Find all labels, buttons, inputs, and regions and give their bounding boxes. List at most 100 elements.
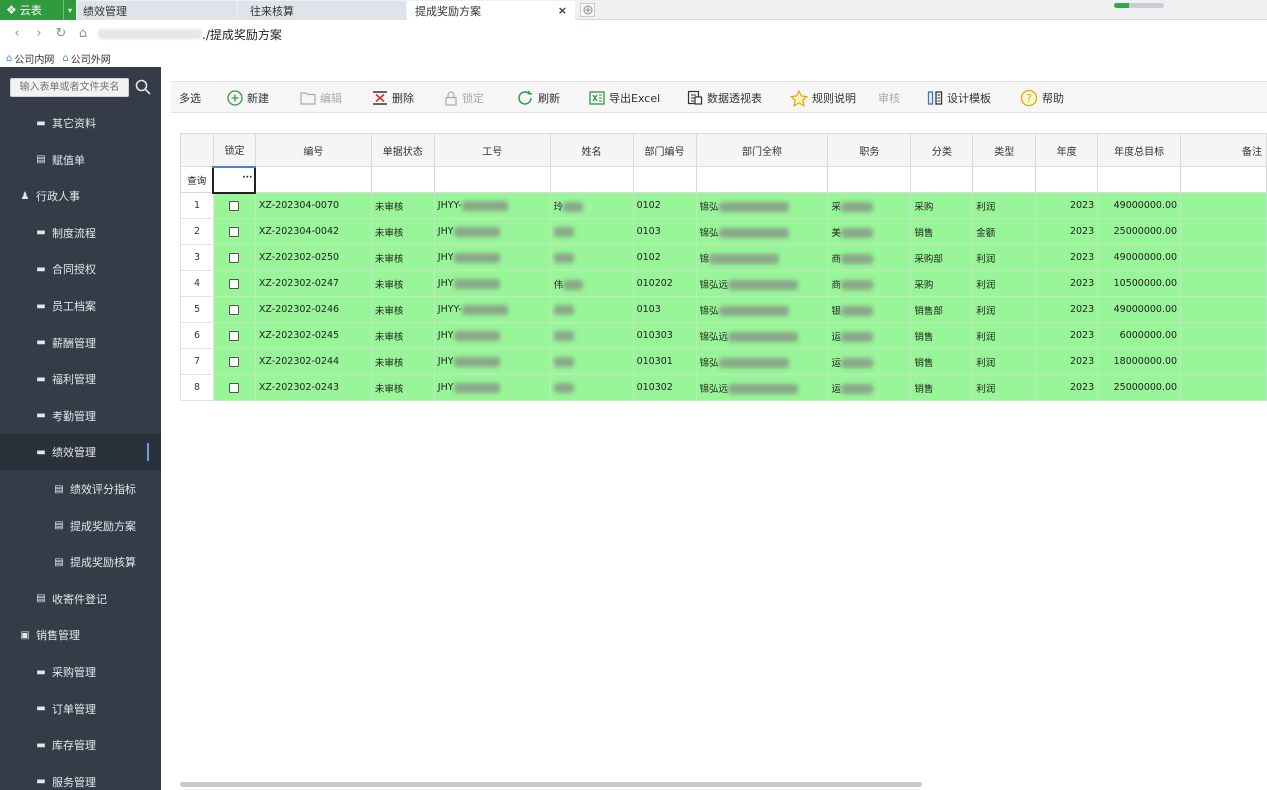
cell-empno[interactable]: JHY (433, 348, 551, 375)
new-button[interactable]: 新建 (227, 82, 269, 114)
row-lock-checkbox[interactable] (229, 304, 240, 315)
cell-code[interactable]: XZ-202302-0244 (254, 348, 372, 375)
cell-type[interactable]: 利润 (972, 322, 1037, 349)
cell-name[interactable] (549, 374, 634, 401)
cell-cls[interactable]: 销售 (910, 322, 974, 349)
cell-empno[interactable]: JHY (433, 218, 551, 245)
cell-deptname[interactable]: 锦弘 (695, 192, 829, 219)
sidebar-item[interactable]: ▤ 收寄件登记 (0, 581, 161, 617)
cell-dept[interactable]: 010202 (632, 270, 697, 297)
cell-n[interactable]: 1 (180, 192, 214, 219)
cell-cls[interactable]: 采购 (910, 270, 974, 297)
cell-target[interactable]: 6000000.00 (1097, 322, 1182, 349)
sidebar-item[interactable]: ▬ 订单管理 (0, 691, 161, 727)
cell-target[interactable]: 25000000.00 (1097, 218, 1182, 245)
sidebar-item[interactable]: ▤ 提成奖励方案 (0, 508, 161, 544)
cell-n[interactable]: 2 (180, 218, 214, 245)
sidebar-item[interactable]: ▬ 福利管理 (0, 361, 161, 397)
cell-remark[interactable] (1180, 374, 1267, 401)
column-header[interactable]: 类型 (972, 133, 1037, 167)
cell-title[interactable]: 运 (827, 374, 912, 401)
multi-select-button[interactable]: 多选 (179, 82, 201, 114)
cell-deptname[interactable]: 锦弘 (695, 348, 829, 375)
more-options-icon[interactable]: ··· (242, 173, 252, 183)
column-header[interactable]: 锁定 (212, 133, 256, 168)
sidebar-item[interactable]: ▬ 考勤管理 (0, 398, 161, 434)
cell-code[interactable]: XZ-202302-0243 (254, 374, 372, 401)
cell-name[interactable] (549, 322, 634, 349)
lock-filter-input[interactable]: ··· (212, 165, 257, 194)
cell-empno[interactable]: JHYY- (433, 192, 551, 219)
cell-name[interactable] (549, 218, 634, 245)
row-lock-checkbox[interactable] (229, 252, 240, 263)
cell-type[interactable]: 利润 (972, 296, 1037, 323)
cell-type[interactable]: 利润 (972, 192, 1037, 219)
cell-cls[interactable]: 销售 (910, 348, 974, 375)
cell-name[interactable]: 玲 (549, 192, 634, 219)
query-cell[interactable] (1097, 166, 1182, 193)
column-header[interactable]: 年度 (1035, 133, 1099, 167)
cell-target[interactable]: 10500000.00 (1097, 270, 1182, 297)
cell-dept[interactable]: 010301 (632, 348, 697, 375)
cell-title[interactable]: 商 (827, 244, 912, 271)
query-cell[interactable] (433, 166, 551, 193)
cell-status[interactable]: 未审核 (370, 192, 435, 219)
cell-code[interactable]: XZ-202302-0245 (254, 322, 372, 349)
lock-cell[interactable] (212, 348, 256, 375)
sidebar-item[interactable]: ▣ 销售管理 (0, 617, 161, 653)
cell-dept[interactable]: 010303 (632, 322, 697, 349)
cell-cls[interactable]: 销售 (910, 374, 974, 401)
cell-name[interactable] (549, 296, 634, 323)
cell-remark[interactable] (1180, 270, 1267, 297)
cell-deptname[interactable]: 锦 (695, 244, 829, 271)
cell-type[interactable]: 金额 (972, 218, 1037, 245)
cell-status[interactable]: 未审核 (370, 348, 435, 375)
sidebar-item[interactable]: ▬ 绩效管理 (0, 434, 161, 471)
review-button[interactable]: 审核 (878, 82, 900, 114)
cell-remark[interactable] (1180, 322, 1267, 349)
row-lock-checkbox[interactable] (229, 200, 240, 211)
cell-remark[interactable] (1180, 296, 1267, 323)
table-row[interactable]: 6 XZ-202302-0245 未审核 JHY 010303 锦弘远 运 销售 利润 2023 6… (180, 322, 1267, 349)
cell-code[interactable]: XZ-202302-0250 (254, 244, 372, 271)
lock-cell[interactable] (212, 296, 256, 323)
cell-remark[interactable] (1180, 218, 1267, 245)
cell-target[interactable]: 25000000.00 (1097, 374, 1182, 401)
sidebar-item[interactable]: ▬ 服务管理 (0, 764, 161, 790)
column-header[interactable]: 单据状态 (370, 133, 435, 167)
cell-remark[interactable] (1180, 192, 1267, 219)
cell-year[interactable]: 2023 (1035, 322, 1099, 349)
sidebar-item[interactable]: ▬ 员工档案 (0, 288, 161, 324)
row-lock-checkbox[interactable] (229, 382, 240, 393)
column-header[interactable]: 工号 (433, 133, 551, 167)
column-header[interactable]: 分类 (910, 133, 974, 167)
column-header[interactable]: 职务 (827, 133, 912, 167)
sidebar-item[interactable]: ▬ 制度流程 (0, 215, 161, 251)
cell-empno[interactable]: JHYY- (433, 296, 551, 323)
edit-button[interactable]: 编辑 (300, 82, 342, 114)
column-header[interactable]: 编号 (254, 133, 372, 167)
cell-deptname[interactable]: 锦弘 (695, 218, 829, 245)
query-cell[interactable] (370, 166, 435, 193)
cell-empno[interactable]: JHY (433, 270, 551, 297)
pivot-table-button[interactable]: 数据透视表 (687, 82, 762, 114)
cell-year[interactable]: 2023 (1035, 374, 1099, 401)
table-row[interactable]: 3 XZ-202302-0250 未审核 JHY 0102 锦 商 采购部 利润 2023 4900… (180, 244, 1267, 271)
help-button[interactable]: ? 帮助 (1020, 82, 1064, 114)
cell-title[interactable]: 银 (827, 296, 912, 323)
sidebar-item[interactable]: ♟ 行政人事 (0, 178, 161, 214)
cell-year[interactable]: 2023 (1035, 192, 1099, 219)
cell-code[interactable]: XZ-202302-0247 (254, 270, 372, 297)
refresh-button[interactable]: 刷新 (516, 82, 560, 114)
cell-n[interactable]: 8 (180, 374, 214, 401)
cell-status[interactable]: 未审核 (370, 244, 435, 271)
lock-button[interactable]: 锁定 (444, 82, 484, 114)
column-header[interactable]: 部门编号 (632, 133, 697, 167)
cell-name[interactable]: 伟 (549, 270, 634, 297)
table-row[interactable]: 8 XZ-202302-0243 未审核 JHY 010302 锦弘远 运 销售 利润 2023 2… (180, 374, 1267, 401)
cell-n[interactable]: 6 (180, 322, 214, 349)
delete-button[interactable]: 删除 (372, 82, 414, 114)
cell-title[interactable]: 运 (827, 348, 912, 375)
cell-dept[interactable]: 0102 (632, 192, 697, 219)
sidebar-item[interactable]: ▬ 采购管理 (0, 654, 161, 690)
